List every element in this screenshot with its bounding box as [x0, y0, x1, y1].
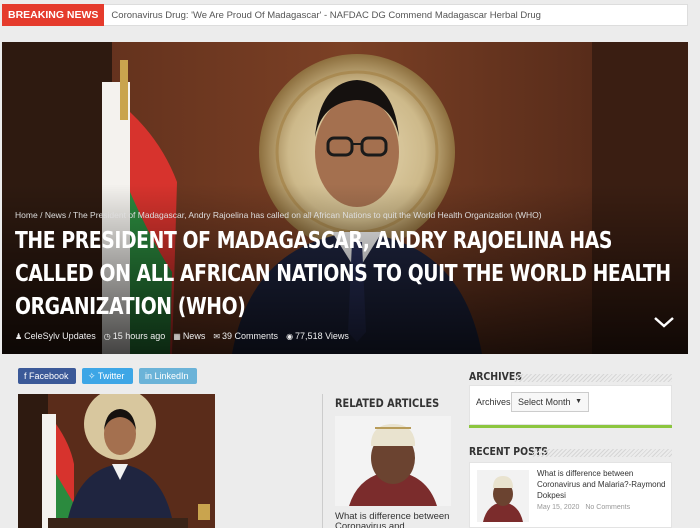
folder-icon: ▦ [173, 332, 181, 341]
article-title: The President of Madagascar, Andry Rajoe… [15, 226, 671, 320]
breadcrumb: Home / News / The President of Madagasca… [15, 210, 542, 220]
views-count: 77,518 Views [295, 331, 349, 341]
related-article-image[interactable] [335, 416, 451, 506]
archives-label: Archives [476, 397, 511, 407]
breadcrumb-current: The President of Madagascar, Andry Rajoe… [73, 210, 542, 220]
linkedin-share-button[interactable]: in LinkedIn [139, 368, 197, 384]
recent-post-thumbnail[interactable] [477, 470, 529, 522]
comments-count[interactable]: 39 Comments [222, 331, 278, 341]
share-buttons: f Facebook ✧ Twitter in LinkedIn [18, 368, 197, 384]
twitter-label: Twitter [97, 371, 125, 381]
breaking-news-label: BREAKING NEWS [2, 4, 105, 26]
recent-heading-stripe [532, 449, 672, 457]
user-icon: ♟ [15, 332, 23, 341]
archives-accent-line [469, 425, 672, 428]
breaking-news-bar: BREAKING NEWS Coronavirus Drug: 'We Are … [2, 4, 688, 26]
eye-icon: ◉ [286, 332, 294, 341]
facebook-label: Facebook [29, 371, 69, 381]
meta-views: ◉ 77,518 Views [286, 331, 349, 341]
recent-post-comments[interactable]: No Comments [585, 504, 630, 511]
author-name[interactable]: CeleSylv Updates [24, 331, 96, 341]
twitter-share-button[interactable]: ✧ Twitter [82, 368, 133, 384]
post-time: 15 hours ago [112, 331, 166, 341]
category-link[interactable]: News [183, 331, 206, 341]
breaking-news-headline[interactable]: Coronavirus Drug: 'We Are Proud Of Madag… [104, 10, 541, 21]
breadcrumb-separator: / [68, 210, 71, 220]
breadcrumb-news[interactable]: News [45, 210, 66, 220]
article-image [18, 394, 215, 528]
meta-category[interactable]: ▦ News [173, 331, 205, 341]
comments-icon: ✉ [213, 332, 221, 341]
clock-icon: ◷ [103, 332, 111, 341]
facebook-icon: f [24, 371, 27, 381]
breadcrumb-home[interactable]: Home [15, 210, 38, 220]
hero-banner: Home / News / The President of Madagasca… [2, 42, 688, 354]
breadcrumb-separator: / [40, 210, 43, 220]
archives-month-select[interactable]: Select Month ▼ [511, 392, 589, 412]
article-meta: ♟ CeleSylv Updates ◷ 15 hours ago ▦ News ✉ 3… [15, 331, 349, 341]
meta-time: ◷ 15 hours ago [104, 331, 166, 341]
caret-down-icon: ▼ [575, 398, 582, 405]
recent-post-title[interactable]: What is difference between Coronavirus a… [537, 468, 669, 501]
facebook-share-button[interactable]: f Facebook [18, 368, 76, 384]
recent-posts-widget: What is difference between Coronavirus a… [469, 462, 672, 528]
archives-select-value: Select Month [518, 397, 571, 407]
related-articles-heading: RELATED ARTICLES [335, 396, 440, 410]
meta-comments[interactable]: ✉ 39 Comments [213, 331, 278, 341]
chevron-down-icon[interactable] [652, 314, 676, 330]
archives-widget: Archives Select Month ▼ [469, 385, 672, 425]
linkedin-icon: in [145, 371, 153, 381]
linkedin-label: LinkedIn [154, 371, 189, 381]
recent-post-meta: May 15, 2020 No Comments [537, 504, 634, 511]
twitter-icon: ✧ [88, 371, 96, 381]
meta-author[interactable]: ♟ CeleSylv Updates [15, 331, 96, 341]
related-article-title[interactable]: What is difference between Coronavirus a… [335, 512, 453, 528]
column-divider [322, 394, 323, 528]
archives-heading-stripe [514, 374, 672, 382]
recent-post-date: May 15, 2020 [537, 504, 580, 511]
